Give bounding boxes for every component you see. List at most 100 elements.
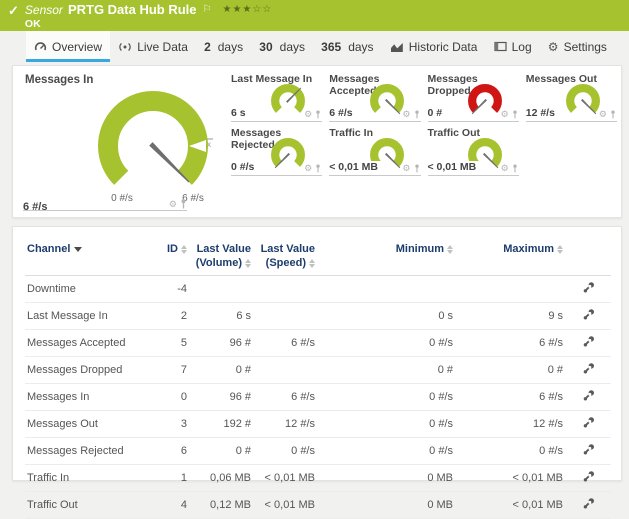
col-header-maximum[interactable]: Maximum bbox=[455, 237, 565, 275]
gauge-cell: Messages Out 12 #/s ⚙ bbox=[526, 70, 617, 122]
channel-name[interactable]: Downtime bbox=[25, 275, 147, 302]
pin-icon[interactable] bbox=[414, 164, 420, 173]
tab-settings[interactable]: ⚙ Settings bbox=[540, 31, 615, 62]
edit-channel-wrench-icon[interactable] bbox=[582, 362, 595, 375]
tab-log[interactable]: Log bbox=[486, 31, 540, 62]
area-chart-icon bbox=[390, 41, 404, 53]
channels-table: Channel ID Last Value(Volume) Last Value… bbox=[25, 237, 611, 519]
channel-name[interactable]: Messages In bbox=[25, 383, 147, 410]
gauge-value: 12 #/s bbox=[526, 107, 558, 119]
edit-channel-wrench-icon[interactable] bbox=[582, 443, 595, 456]
pin-icon[interactable] bbox=[414, 110, 420, 119]
edit-channel-wrench-icon[interactable] bbox=[582, 335, 595, 348]
sensor-banner: ✓ Sensor PRTG Data Hub Rule ⚐ ★★★☆☆ OK bbox=[0, 0, 629, 31]
pin-icon[interactable] bbox=[512, 164, 518, 173]
last-value-volume: 192 # bbox=[189, 410, 253, 437]
channel-name[interactable]: Messages Dropped bbox=[25, 356, 147, 383]
edit-channel-wrench-icon[interactable] bbox=[582, 389, 595, 402]
pin-icon[interactable] bbox=[512, 110, 518, 119]
last-value-volume: 0 # bbox=[189, 356, 253, 383]
col-header-minimum[interactable]: Minimum bbox=[317, 237, 455, 275]
last-value-speed bbox=[253, 302, 317, 329]
last-value-speed: 0 #/s bbox=[253, 437, 317, 464]
table-row: Last Message In 2 6 s 0 s 9 s bbox=[25, 302, 611, 329]
tab-2-days[interactable]: 2days bbox=[196, 31, 251, 62]
channel-name[interactable]: Messages Out bbox=[25, 410, 147, 437]
col-header-edit bbox=[565, 237, 611, 275]
edit-channel-wrench-icon[interactable] bbox=[582, 497, 595, 510]
pin-icon[interactable] bbox=[610, 110, 616, 119]
maximum-value: < 0,01 MB bbox=[455, 491, 565, 518]
sort-icon[interactable] bbox=[181, 245, 187, 254]
gauge-settings-gear-icon[interactable]: ⚙ bbox=[304, 110, 312, 119]
gauge-settings-gear-icon[interactable]: ⚙ bbox=[501, 164, 509, 173]
minimum-value: 0 #/s bbox=[317, 437, 455, 464]
pin-icon[interactable] bbox=[315, 110, 321, 119]
gauge-cell: Messages Accepted 6 #/s ⚙ bbox=[329, 70, 420, 122]
log-table-icon bbox=[494, 41, 507, 52]
small-gauges-grid: Last Message In 6 s ⚙ Messages Accepted bbox=[231, 70, 617, 176]
tab-live-data[interactable]: Live Data bbox=[110, 31, 196, 62]
gauge-settings-gear-icon[interactable]: ⚙ bbox=[599, 110, 607, 119]
sort-icon[interactable] bbox=[245, 259, 251, 268]
gauge-settings-gear-icon[interactable]: ⚙ bbox=[402, 110, 410, 119]
gauge-settings-gear-icon[interactable]: ⚙ bbox=[304, 164, 312, 173]
minimum-value: 0 MB bbox=[317, 491, 455, 518]
table-row: Traffic In 1 0,06 MB < 0,01 MB 0 MB < 0,… bbox=[25, 464, 611, 491]
pin-icon[interactable] bbox=[180, 199, 187, 209]
table-row: Messages Out 3 192 # 12 #/s 0 #/s 12 #/s bbox=[25, 410, 611, 437]
tab-historic-data[interactable]: Historic Data bbox=[382, 31, 486, 62]
col-header-last-value-volume[interactable]: Last Value(Volume) bbox=[189, 237, 253, 275]
last-value-volume: 0 # bbox=[189, 437, 253, 464]
channel-name[interactable]: Traffic Out bbox=[25, 491, 147, 518]
edit-channel-wrench-icon[interactable] bbox=[582, 281, 595, 294]
channel-name[interactable]: Traffic In bbox=[25, 464, 147, 491]
sort-icon[interactable] bbox=[557, 245, 563, 254]
table-row: Traffic Out 4 0,12 MB < 0,01 MB 0 MB < 0… bbox=[25, 491, 611, 518]
gauge-value: 0 # bbox=[428, 107, 446, 119]
gauge-cell: Messages Dropped 0 # ⚙ bbox=[428, 70, 519, 122]
last-value-speed bbox=[253, 275, 317, 302]
channel-id: 2 bbox=[147, 302, 189, 329]
flag-icon[interactable]: ⚐ bbox=[203, 3, 212, 17]
channel-name[interactable]: Messages Accepted bbox=[25, 329, 147, 356]
last-value-volume: 96 # bbox=[189, 383, 253, 410]
edit-channel-wrench-icon[interactable] bbox=[582, 308, 595, 321]
sort-desc-icon bbox=[74, 247, 82, 252]
main-gauge-footer: 6 #/s ⚙ bbox=[23, 197, 187, 211]
gauge-settings-gear-icon[interactable]: ⚙ bbox=[402, 164, 410, 173]
channel-name[interactable]: Messages Rejected bbox=[25, 437, 147, 464]
tab-30-days[interactable]: 30days bbox=[251, 31, 313, 62]
minimum-value bbox=[317, 275, 455, 302]
channel-name[interactable]: Last Message In bbox=[25, 302, 147, 329]
priority-stars[interactable]: ★★★☆☆ bbox=[222, 3, 272, 17]
minimum-value: 0 #/s bbox=[317, 329, 455, 356]
col-header-id[interactable]: ID bbox=[147, 237, 189, 275]
table-row: Messages Accepted 5 96 # 6 #/s 0 #/s 6 #… bbox=[25, 329, 611, 356]
last-value-speed: 12 #/s bbox=[253, 410, 317, 437]
gear-icon: ⚙ bbox=[548, 41, 559, 53]
col-header-last-value-speed[interactable]: Last Value(Speed) bbox=[253, 237, 317, 275]
gauge-cell: Traffic Out < 0,01 MB ⚙ bbox=[428, 124, 519, 176]
tab-365-days[interactable]: 365days bbox=[313, 31, 381, 62]
minimum-value: 0 # bbox=[317, 356, 455, 383]
edit-channel-wrench-icon[interactable] bbox=[582, 416, 595, 429]
channels-table-panel: Channel ID Last Value(Volume) Last Value… bbox=[12, 226, 622, 481]
gauges-overview-panel: Messages In x 0 #/s 6 #/s 6 #/s ⚙ Last M… bbox=[12, 65, 622, 218]
tab-overview[interactable]: Overview bbox=[26, 31, 110, 62]
average-marker: x bbox=[207, 140, 211, 149]
gauge-value: 6 #/s bbox=[329, 107, 355, 119]
channel-id: 1 bbox=[147, 464, 189, 491]
col-header-channel[interactable]: Channel bbox=[25, 237, 147, 275]
gauge-settings-gear-icon[interactable]: ⚙ bbox=[169, 200, 177, 209]
maximum-value: 9 s bbox=[455, 302, 565, 329]
gauge-settings-gear-icon[interactable]: ⚙ bbox=[501, 110, 509, 119]
main-gauge-title: Messages In bbox=[25, 74, 93, 86]
sort-icon[interactable] bbox=[309, 259, 315, 268]
last-value-speed: < 0,01 MB bbox=[253, 491, 317, 518]
pin-icon[interactable] bbox=[315, 164, 321, 173]
sort-icon[interactable] bbox=[447, 245, 453, 254]
table-row: Messages Rejected 6 0 # 0 #/s 0 #/s 0 #/… bbox=[25, 437, 611, 464]
channel-id: 3 bbox=[147, 410, 189, 437]
maximum-value: < 0,01 MB bbox=[455, 464, 565, 491]
